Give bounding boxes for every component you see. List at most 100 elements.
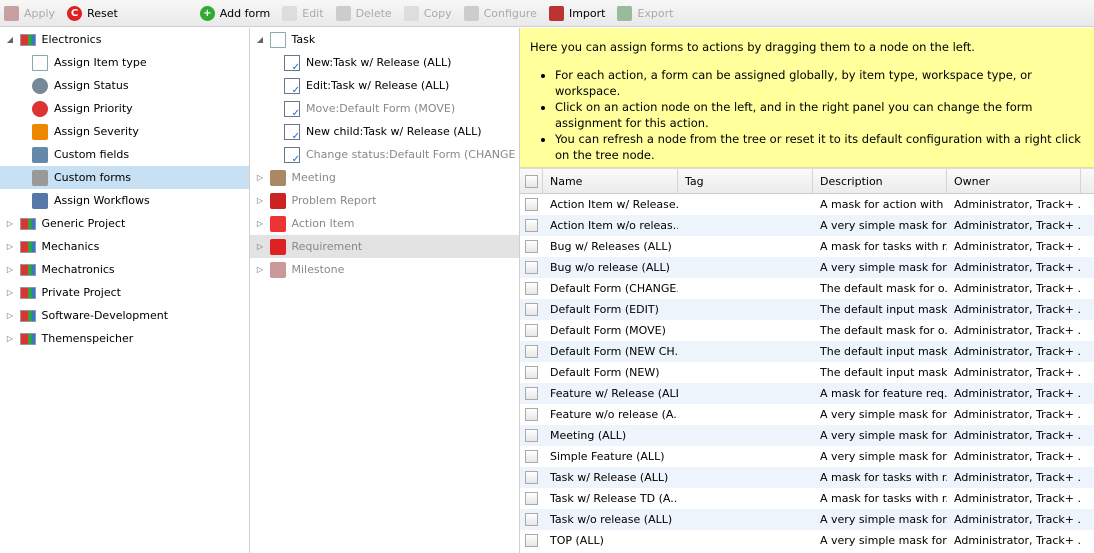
row-checkbox[interactable] <box>525 240 538 253</box>
collapse-arrow-icon[interactable]: ◢ <box>4 35 16 44</box>
row-checkbox[interactable] <box>525 492 538 505</box>
row-checkbox[interactable] <box>525 324 538 337</box>
expand-arrow-icon[interactable]: ▷ <box>254 219 266 228</box>
row-checkbox[interactable] <box>525 471 538 484</box>
tree-node-change-status-default-form-change-status-[interactable]: Change status:Default Form (CHANGE STATU… <box>250 143 519 166</box>
row-checkbox[interactable] <box>525 429 538 442</box>
tree-node-software-development[interactable]: ▷ Software-Development <box>0 304 249 327</box>
tree-node-electronics[interactable]: ◢ Electronics <box>0 28 249 51</box>
row-checkbox[interactable] <box>525 345 538 358</box>
project-icon <box>19 263 36 276</box>
expand-arrow-icon[interactable]: ▷ <box>254 173 266 182</box>
toolbar-label: Export <box>637 6 674 20</box>
tree-node-assign-status[interactable]: Assign Status <box>0 74 249 97</box>
configure-button[interactable]: Configure <box>460 2 541 24</box>
expand-arrow-icon[interactable]: ▷ <box>4 288 16 297</box>
row-checkbox[interactable] <box>525 408 538 421</box>
row-checkbox[interactable] <box>525 450 538 463</box>
table-row[interactable]: Feature w/o release (A... A very simple m… <box>520 404 1094 425</box>
column-header-description[interactable]: Description <box>813 169 947 193</box>
tree-node-mechanics[interactable]: ▷ Mechanics <box>0 235 249 258</box>
tree-node-assign-priority[interactable]: Assign Priority <box>0 97 249 120</box>
row-checkbox[interactable] <box>525 513 538 526</box>
row-checkbox[interactable] <box>525 366 538 379</box>
row-checkbox-cell <box>520 492 543 505</box>
expand-arrow-icon[interactable]: ▷ <box>4 334 16 343</box>
table-row[interactable]: Action Item w/o releas... A very simple m… <box>520 215 1094 236</box>
table-row[interactable]: Default Form (MOVE) The default mask for … <box>520 320 1094 341</box>
row-checkbox[interactable] <box>525 219 538 232</box>
tree-node-assign-severity[interactable]: Assign Severity <box>0 120 249 143</box>
expand-arrow-icon[interactable]: ▷ <box>4 265 16 274</box>
edit-button[interactable]: Edit <box>278 2 327 24</box>
expand-arrow-icon[interactable]: ▷ <box>4 242 16 251</box>
tree-node-label: Mechatronics <box>41 263 115 276</box>
cell-name: Bug w/o release (ALL) <box>550 261 670 274</box>
tree-node-requirement[interactable]: ▷ Requirement <box>250 235 519 258</box>
tree-node-milestone[interactable]: ▷ Milestone <box>250 258 519 281</box>
tree-node-task[interactable]: ◢ Task <box>250 28 519 51</box>
expand-arrow-icon[interactable]: ▷ <box>254 265 266 274</box>
delete-button[interactable]: Delete <box>332 2 396 24</box>
tree-node-mechatronics[interactable]: ▷ Mechatronics <box>0 258 249 281</box>
table-row[interactable]: Feature w/ Release (ALL) A mask for featu… <box>520 383 1094 404</box>
export-button[interactable]: Export <box>613 2 677 24</box>
column-header-tag[interactable]: Tag <box>678 169 813 193</box>
import-button[interactable]: Import <box>545 2 610 24</box>
tree-node-meeting[interactable]: ▷ Meeting <box>250 166 519 189</box>
row-checkbox[interactable] <box>525 282 538 295</box>
expand-arrow-icon[interactable]: ▷ <box>4 311 16 320</box>
tree-node-problem-report[interactable]: ▷ Problem Report <box>250 189 519 212</box>
table-row[interactable]: Task w/ Release TD (A... A mask for tasks… <box>520 488 1094 509</box>
tree-node-themenspeicher[interactable]: ▷ Themenspeicher <box>0 327 249 350</box>
tree-node-custom-fields[interactable]: Custom fields <box>0 143 249 166</box>
row-checkbox[interactable] <box>525 387 538 400</box>
table-row[interactable]: Action Item w/ Release... A mask for acti… <box>520 194 1094 215</box>
tree-node-assign-item-type[interactable]: Assign Item type <box>0 51 249 74</box>
tree-node-label: Custom fields <box>54 148 130 161</box>
tree-node-label: Move:Default Form (MOVE) <box>306 102 456 115</box>
column-header-owner[interactable]: Owner <box>947 169 1081 193</box>
table-row[interactable]: Meeting (ALL) A very simple mask for... Ad… <box>520 425 1094 446</box>
project-tree: ◢ Electronics Assign Item type Assign Stat… <box>0 28 250 553</box>
tree-node-move-default-form-move-[interactable]: Move:Default Form (MOVE) <box>250 97 519 120</box>
table-row[interactable]: Bug w/ Releases (ALL) A mask for tasks wi… <box>520 236 1094 257</box>
cell-description: A very simple mask for... <box>820 408 947 421</box>
row-checkbox[interactable] <box>525 198 538 211</box>
expand-arrow-icon[interactable]: ▷ <box>254 242 266 251</box>
select-all-checkbox[interactable] <box>524 174 538 188</box>
column-header-name[interactable]: Name <box>543 169 678 193</box>
expand-arrow-icon[interactable]: ▷ <box>4 219 16 228</box>
form-icon <box>284 100 300 119</box>
row-checkbox[interactable] <box>525 261 538 274</box>
row-checkbox[interactable] <box>525 534 538 547</box>
table-row[interactable]: Task w/ Release (ALL) A mask for tasks wi… <box>520 467 1094 488</box>
table-row[interactable]: Bug w/o release (ALL) A very simple mask … <box>520 257 1094 278</box>
cell-description: A mask for feature req... <box>820 387 947 400</box>
tree-node-edit-task-w-release-all-[interactable]: Edit:Task w/ Release (ALL) <box>250 74 519 97</box>
tree-node-new-child-task-w-release-all-[interactable]: New child:Task w/ Release (ALL) <box>250 120 519 143</box>
table-row[interactable]: TOP (ALL) A very simple mask for... Admini… <box>520 530 1094 551</box>
table-row[interactable]: Simple Feature (ALL) A very simple mask f… <box>520 446 1094 467</box>
tree-node-private-project[interactable]: ▷ Private Project <box>0 281 249 304</box>
toolbar-label: Copy <box>423 6 452 20</box>
tree-node-action-item[interactable]: ▷ Action Item <box>250 212 519 235</box>
row-checkbox[interactable] <box>525 303 538 316</box>
reset-button[interactable]: C Reset <box>63 2 122 24</box>
table-row[interactable]: Default Form (NEW CH... The default input… <box>520 341 1094 362</box>
form-icon <box>284 54 300 73</box>
table-row[interactable]: Default Form (NEW) The default input mask… <box>520 362 1094 383</box>
copy-button[interactable]: Copy <box>400 2 456 24</box>
table-row[interactable]: Task w/o release (ALL) A very simple mask… <box>520 509 1094 530</box>
tree-node-new-task-w-release-all-[interactable]: New:Task w/ Release (ALL) <box>250 51 519 74</box>
add-form-button[interactable]: + Add form <box>196 2 274 24</box>
table-row[interactable]: Default Form (EDIT) The default input mas… <box>520 299 1094 320</box>
tree-node-label: New:Task w/ Release (ALL) <box>306 56 452 69</box>
apply-button[interactable]: Apply <box>0 2 59 24</box>
tree-node-custom-forms[interactable]: Custom forms <box>0 166 249 189</box>
table-row[interactable]: Default Form (CHANGE... The default mask … <box>520 278 1094 299</box>
collapse-arrow-icon[interactable]: ◢ <box>254 35 266 44</box>
expand-arrow-icon[interactable]: ▷ <box>254 196 266 205</box>
tree-node-assign-workflows[interactable]: Assign Workflows <box>0 189 249 212</box>
tree-node-generic-project[interactable]: ▷ Generic Project <box>0 212 249 235</box>
